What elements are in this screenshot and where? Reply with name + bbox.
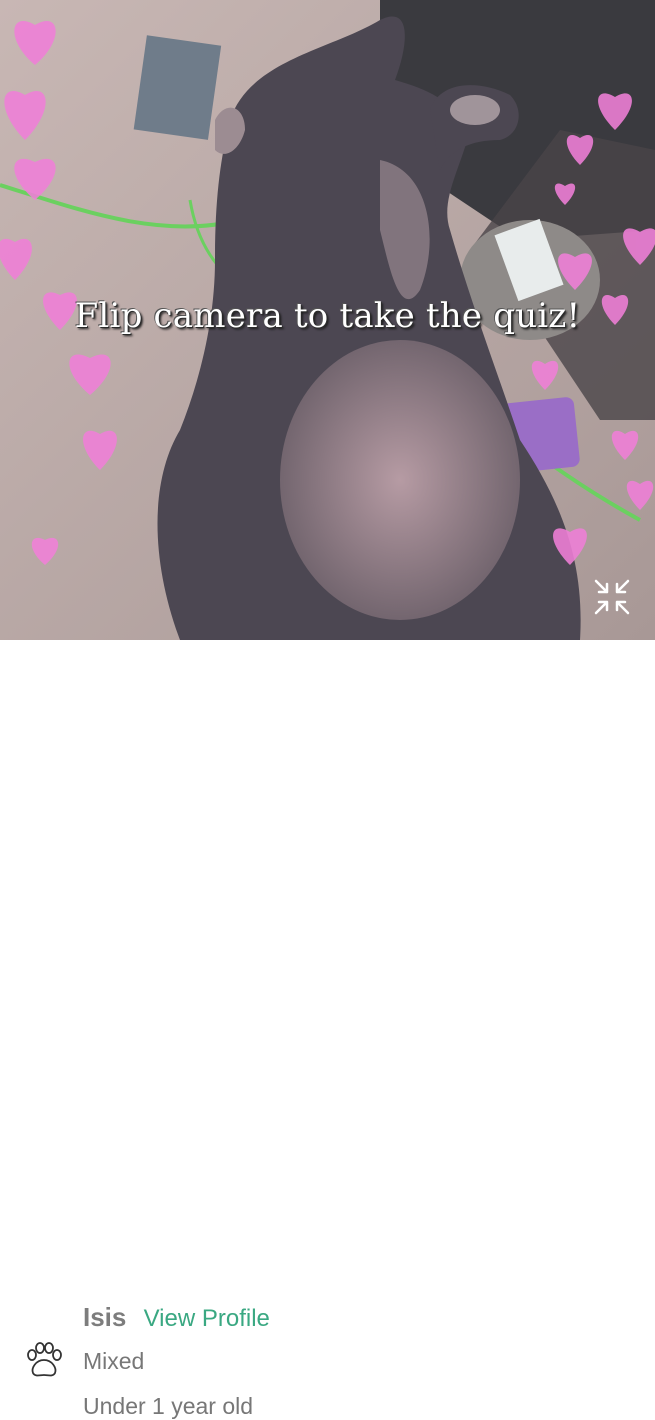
dog-photo: Flip camera to take the quiz! bbox=[0, 0, 655, 640]
collapse-button[interactable] bbox=[590, 575, 634, 619]
quiz-overlay-text: Flip camera to take the quiz! bbox=[74, 296, 581, 336]
breed-text: Mixed bbox=[83, 1348, 145, 1374]
age-text: Under 1 year old bbox=[83, 1393, 254, 1419]
name-row: Isis View Profile bbox=[83, 1302, 270, 1333]
paw-icon bbox=[27, 1342, 62, 1377]
pet-name: Isis bbox=[83, 1302, 127, 1332]
collapse-arrows-icon bbox=[594, 579, 630, 615]
view-profile-link[interactable]: View Profile bbox=[144, 1305, 270, 1332]
